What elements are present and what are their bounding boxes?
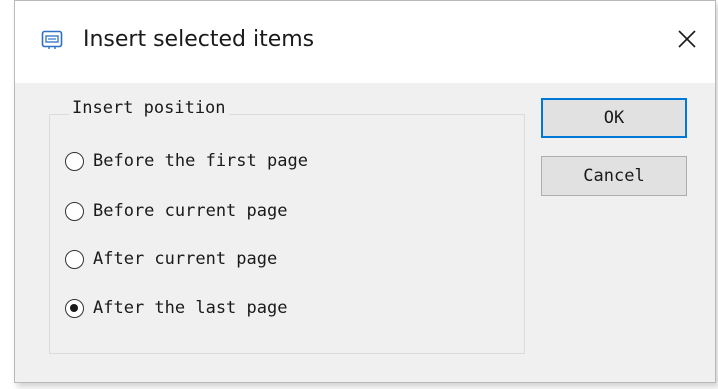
radio-label: After the last page	[93, 298, 288, 318]
radio-after-last-page[interactable]: After the last page	[65, 293, 287, 323]
radio-label: Before the first page	[93, 151, 308, 171]
close-button[interactable]	[669, 21, 705, 57]
radio-circle[interactable]	[65, 249, 84, 269]
group-legend: Insert position	[69, 98, 229, 118]
radio-label: Before current page	[93, 201, 288, 221]
cancel-button[interactable]: Cancel	[541, 156, 687, 196]
radio-circle-selected[interactable]	[65, 298, 84, 318]
insert-dialog: Insert selected items Insert position Be…	[14, 0, 716, 383]
radio-before-current-page[interactable]: Before current page	[65, 196, 287, 226]
window-title: Insert selected items	[83, 27, 315, 52]
title-bar[interactable]: Insert selected items	[15, 1, 715, 83]
radio-label: After current page	[93, 249, 278, 269]
ok-button[interactable]: OK	[541, 98, 687, 138]
radio-circle[interactable]	[65, 151, 84, 171]
radio-circle[interactable]	[65, 201, 84, 221]
insert-items-icon	[41, 28, 63, 50]
radio-before-first-page[interactable]: Before the first page	[65, 146, 308, 176]
screen: Insert selected items Insert position Be…	[0, 0, 718, 389]
close-icon	[678, 30, 696, 48]
radio-after-current-page[interactable]: After current page	[65, 244, 277, 274]
